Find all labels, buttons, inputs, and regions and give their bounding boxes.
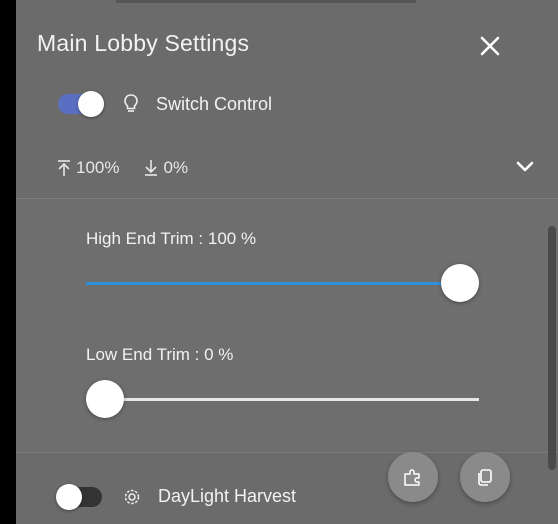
high-level-value: 100%	[76, 158, 120, 177]
arrow-up-to-line-icon	[58, 160, 70, 176]
level-summary: 100% 0%	[56, 158, 212, 178]
low-end-trim-slider[interactable]	[86, 379, 479, 419]
toggle-knob	[56, 483, 82, 510]
copy-button[interactable]	[460, 452, 510, 502]
toggle-knob	[78, 91, 104, 117]
plugin-button[interactable]	[388, 452, 438, 502]
switch-control-row: Switch Control	[58, 91, 273, 117]
low-level-value: 0%	[163, 158, 189, 177]
slider-fill	[86, 282, 479, 285]
chevron-down-icon	[516, 161, 534, 172]
low-end-trim-label: Low End Trim : 0 %	[86, 345, 234, 364]
slider-thumb[interactable]	[441, 264, 479, 302]
close-button[interactable]	[474, 30, 506, 62]
scrollbar[interactable]	[548, 226, 556, 470]
high-end-trim-label: High End Trim : 100 %	[86, 229, 257, 248]
switch-control-toggle[interactable]	[58, 91, 104, 117]
copy-icon	[478, 469, 492, 486]
slider-thumb[interactable]	[86, 380, 124, 418]
trim-section: High End Trim : 100 % Low End Trim : 0 %	[16, 198, 558, 453]
switch-control-label: Switch Control	[156, 93, 273, 114]
close-icon	[480, 36, 500, 56]
top-divider	[116, 0, 416, 3]
arrow-down-to-line-icon	[145, 160, 158, 176]
panel-title: Main Lobby Settings	[37, 30, 250, 56]
slider-track	[86, 398, 479, 401]
lightbulb-icon	[124, 94, 138, 112]
gear-icon	[124, 489, 140, 504]
daylight-harvest-row: DayLight Harvest	[56, 483, 297, 510]
expand-toggle[interactable]	[513, 155, 537, 179]
settings-panel: Main Lobby Settings Switch Control 100%	[16, 0, 558, 524]
low-level: 0%	[143, 158, 188, 178]
daylight-harvest-label: DayLight Harvest	[158, 486, 297, 506]
high-level: 100%	[56, 158, 119, 178]
daylight-harvest-toggle[interactable]	[56, 483, 102, 510]
puzzle-icon	[404, 469, 420, 486]
high-end-trim-slider[interactable]	[86, 263, 479, 303]
